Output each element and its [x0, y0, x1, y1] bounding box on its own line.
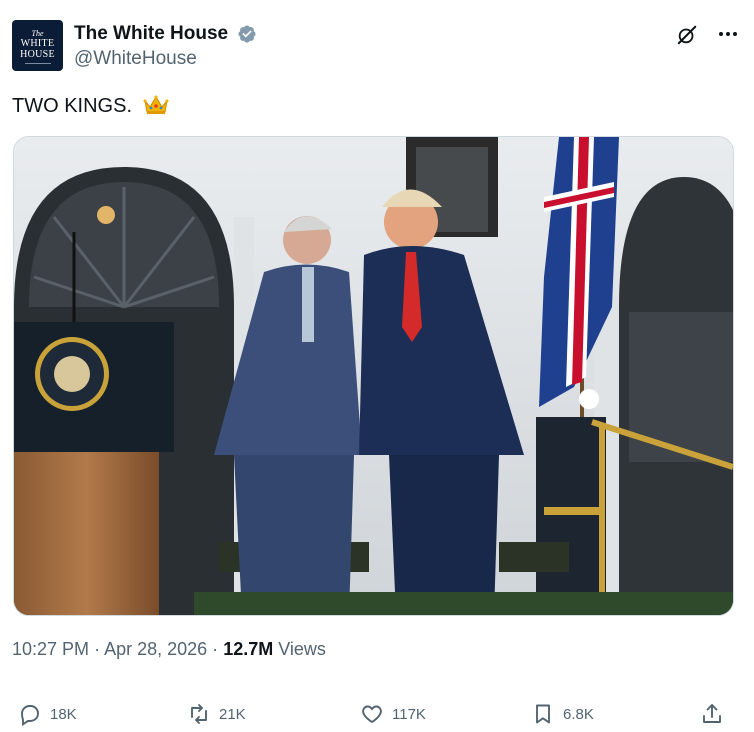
action-bar: 18K 21K 117K 6.8K — [12, 700, 742, 730]
like-count: 117K — [392, 705, 426, 723]
repost-count: 21K — [219, 705, 246, 723]
repost-button[interactable]: 21K — [187, 700, 246, 728]
avatar-text-the: The — [31, 29, 44, 38]
avatar[interactable]: The WHITE HOUSE — [12, 20, 63, 71]
avatar-text-white: WHITE — [20, 38, 55, 49]
reply-icon — [21, 705, 39, 726]
like-button[interactable]: 117K — [360, 700, 426, 728]
avatar-text-house: HOUSE — [20, 49, 55, 60]
heart-icon — [362, 705, 382, 724]
bookmark-button[interactable]: 6.8K — [531, 700, 594, 728]
meta-separator: · — [94, 639, 101, 659]
tweet-time[interactable]: 10:27 PM — [12, 639, 89, 659]
handle[interactable]: @WhiteHouse — [74, 47, 257, 71]
tweet-meta: 10:27 PM · Apr 28, 2026 · 12.7M Views — [12, 637, 326, 661]
verified-badge-icon[interactable] — [237, 24, 257, 44]
repost-icon — [191, 704, 207, 724]
author-names: The White House @WhiteHouse — [74, 22, 257, 71]
meta-separator: · — [212, 639, 219, 659]
tweet-text: TWO KINGS. — [12, 93, 169, 119]
crown-icon — [143, 94, 169, 116]
bookmark-count: 6.8K — [563, 705, 594, 723]
grok-icon[interactable] — [676, 24, 698, 46]
reply-button[interactable]: 18K — [18, 700, 77, 728]
avatar-rule — [24, 63, 51, 64]
tweet-date[interactable]: Apr 28, 2026 — [104, 639, 207, 659]
reply-count: 18K — [50, 705, 77, 723]
share-button[interactable] — [700, 700, 732, 728]
photo-scene — [14, 137, 733, 615]
display-name[interactable]: The White House — [74, 22, 228, 46]
more-options-icon[interactable] — [716, 22, 740, 46]
bookmark-icon — [536, 704, 550, 724]
tweet-header: The WHITE HOUSE The White House @WhiteHo… — [12, 20, 742, 72]
views-label: Views — [278, 639, 326, 659]
tweet-text-content: TWO KINGS. — [12, 95, 132, 117]
views-count: 12.7M — [223, 639, 274, 659]
share-icon — [703, 704, 721, 723]
tweet-photo[interactable] — [13, 136, 734, 616]
